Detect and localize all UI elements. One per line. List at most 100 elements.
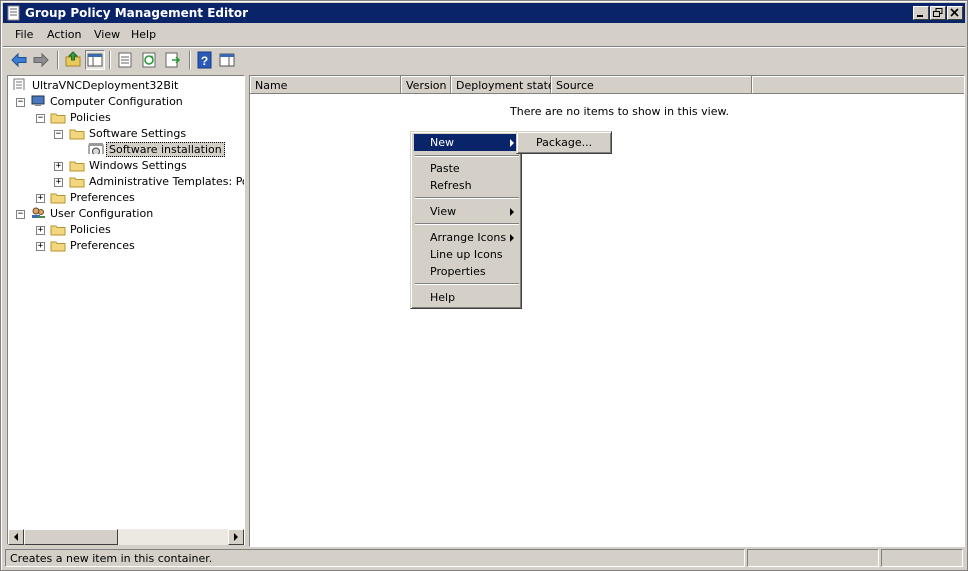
context-menu-help[interactable]: Help <box>414 289 520 306</box>
submenu-arrow-icon <box>510 234 514 242</box>
collapse-icon[interactable]: − <box>16 210 25 219</box>
column-header-source[interactable]: Source <box>551 76 752 94</box>
context-menu-refresh[interactable]: Refresh <box>414 177 520 194</box>
submenu-arrow-icon <box>510 208 514 216</box>
submenu-package[interactable]: Package... <box>520 134 608 151</box>
tree-horizontal-scrollbar[interactable] <box>8 529 244 545</box>
expand-icon[interactable]: + <box>54 178 63 187</box>
context-menu-view[interactable]: View <box>414 203 520 220</box>
restore-button[interactable] <box>930 6 946 20</box>
context-menu-paste[interactable]: Paste <box>414 160 520 177</box>
toolbar-divider <box>189 51 190 69</box>
help-button[interactable]: ? <box>195 50 215 70</box>
collapse-icon[interactable]: − <box>36 114 45 123</box>
expand-icon[interactable]: + <box>36 242 45 251</box>
context-menu-label: Refresh <box>430 179 472 192</box>
folder-icon <box>69 177 85 188</box>
context-menu-arrange-icons[interactable]: Arrange Icons <box>414 229 520 246</box>
menu-action[interactable]: Action <box>47 28 81 41</box>
context-menu-label: View <box>430 205 457 218</box>
context-menu-label: Line up Icons <box>430 248 503 261</box>
menu-separator <box>415 283 519 284</box>
tree-item-windows-settings[interactable]: + Windows Settings <box>10 158 244 174</box>
tree-label: Computer Configuration <box>50 95 183 108</box>
tree-item-user-configuration[interactable]: − User Configuration <box>10 206 244 222</box>
tree-item-software-installation[interactable]: Software installation <box>10 142 244 158</box>
close-icon <box>950 8 959 17</box>
collapse-icon[interactable]: − <box>54 130 63 139</box>
expand-icon[interactable]: + <box>36 226 45 235</box>
tree-label: Software Settings <box>89 127 187 140</box>
properties-button[interactable] <box>115 50 135 70</box>
context-menu-label: New <box>430 136 454 149</box>
refresh-button[interactable] <box>139 50 159 70</box>
tree-item-policies[interactable]: − Policies <box>10 110 244 126</box>
up-one-level-button[interactable] <box>63 50 83 70</box>
new-submenu: Package... <box>516 131 612 154</box>
tree-item-user-policies[interactable]: + Policies <box>10 222 244 238</box>
tree-label-root: UltraVNCDeployment32Bit <box>32 79 179 92</box>
column-header-name[interactable]: Name <box>250 76 401 94</box>
context-menu-new[interactable]: New <box>414 134 520 151</box>
folder-icon <box>50 241 66 252</box>
export-list-icon <box>165 52 181 68</box>
tree-item-root[interactable]: UltraVNCDeployment32Bit <box>10 78 244 94</box>
tree-item-computer-configuration[interactable]: − Computer Configuration <box>10 94 244 110</box>
column-header-deployment-state[interactable]: Deployment state <box>451 76 555 94</box>
tree-item-user-preferences[interactable]: + Preferences <box>10 238 244 254</box>
minimize-icon <box>917 15 923 17</box>
tree-label: User Configuration <box>50 207 154 220</box>
minimize-button[interactable] <box>913 6 929 20</box>
tree-item-software-settings[interactable]: − Software Settings <box>10 126 244 142</box>
context-menu-line-up-icons[interactable]: Line up Icons <box>414 246 520 263</box>
help-icon: ? <box>197 51 212 69</box>
scroll-right-button[interactable] <box>228 529 244 545</box>
toolbar-divider <box>109 51 110 69</box>
expand-icon[interactable]: + <box>54 162 63 171</box>
computer-icon <box>31 95 45 106</box>
forward-arrow-icon <box>33 52 49 68</box>
tree-label: Policies <box>70 111 111 124</box>
tree-label: Preferences <box>70 239 135 252</box>
show-action-pane-button[interactable] <box>217 50 237 70</box>
tree-label: Policies <box>70 223 111 236</box>
show-hide-console-tree-button[interactable] <box>85 50 105 70</box>
menu-help[interactable]: Help <box>131 28 156 41</box>
context-menu-label: Paste <box>430 162 460 175</box>
software-installation-icon <box>88 143 104 154</box>
expand-icon[interactable]: + <box>36 194 45 203</box>
tree-item-preferences[interactable]: + Preferences <box>10 190 244 206</box>
folder-icon <box>69 161 85 172</box>
submenu-arrow-icon <box>510 139 514 147</box>
status-text: Creates a new item in this container. <box>5 549 745 567</box>
back-button[interactable] <box>9 50 29 70</box>
context-menu-label: Arrange Icons <box>430 231 507 244</box>
empty-list-message: There are no items to show in this view. <box>510 105 729 118</box>
refresh-icon <box>142 52 156 68</box>
scroll-thumb[interactable] <box>24 529 118 545</box>
toolbar: ? <box>5 49 965 71</box>
show-hide-console-tree-icon <box>87 53 103 67</box>
submenu-label: Package... <box>536 136 593 149</box>
column-header-filler <box>752 76 964 94</box>
tree-item-administrative-templates[interactable]: + Administrative Templates: Policy <box>10 174 244 190</box>
properties-icon <box>118 52 132 68</box>
folder-icon <box>50 193 66 204</box>
export-list-button[interactable] <box>163 50 183 70</box>
menu-view[interactable]: View <box>94 28 120 41</box>
title-bar[interactable]: Group Policy Management Editor <box>3 3 965 23</box>
console-tree[interactable]: UltraVNCDeployment32Bit − Computer Confi… <box>7 75 245 545</box>
menu-separator <box>415 155 519 156</box>
close-button[interactable] <box>947 6 963 20</box>
list-header: Name Version Deployment state Source <box>250 76 964 94</box>
menu-file[interactable]: File <box>15 28 33 41</box>
main-window: Group Policy Management Editor File Acti… <box>0 0 968 571</box>
collapse-icon[interactable]: − <box>16 98 25 107</box>
scroll-left-button[interactable] <box>8 529 24 545</box>
column-header-version[interactable]: Version <box>401 76 451 94</box>
status-panel <box>747 549 879 567</box>
context-menu-label: Help <box>430 291 456 304</box>
forward-button[interactable] <box>31 50 51 70</box>
svg-text:?: ? <box>201 54 208 68</box>
context-menu-properties[interactable]: Properties <box>414 263 520 280</box>
